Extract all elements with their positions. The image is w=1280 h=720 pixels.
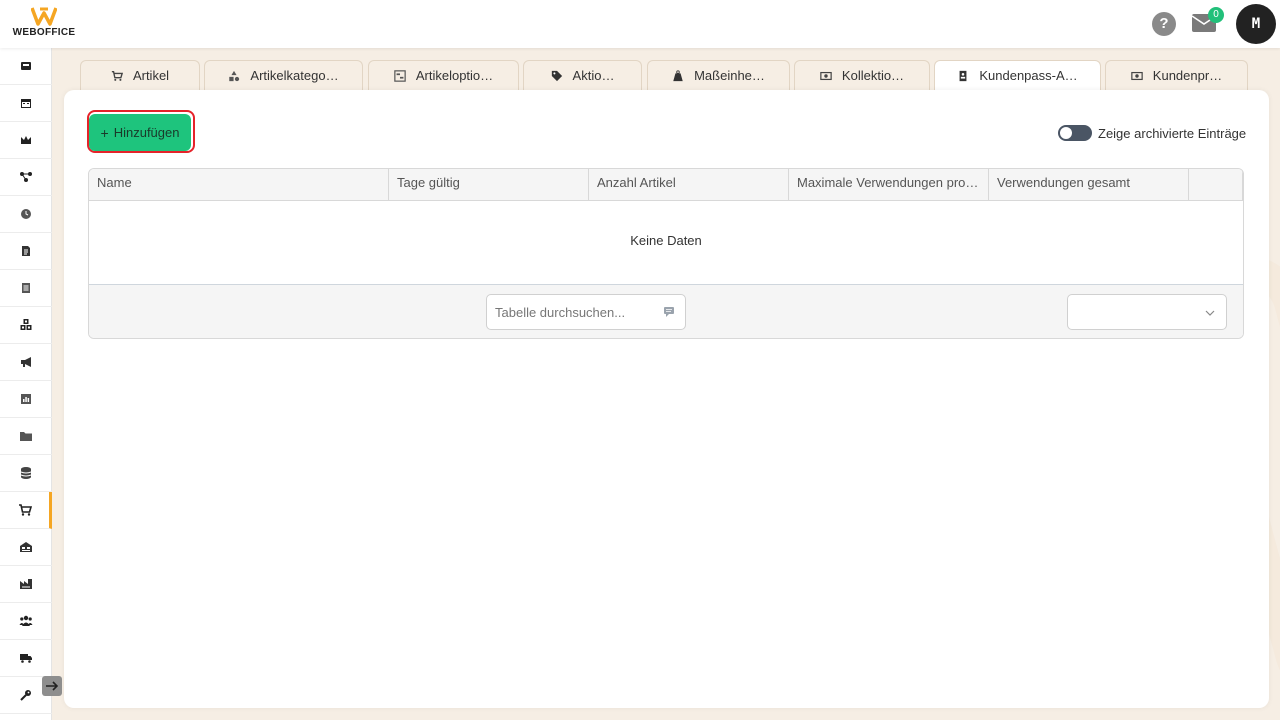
sidebar-item-clock[interactable] — [0, 196, 52, 233]
sidebar-item-delivery[interactable] — [0, 640, 52, 677]
crown-icon — [21, 136, 31, 144]
megaphone-icon — [21, 357, 31, 367]
sidebar-item-list-document[interactable] — [0, 270, 52, 307]
sidebar-item-crown[interactable] — [0, 122, 52, 159]
archived-entries-label: Zeige archivierte Einträge — [1098, 126, 1247, 141]
factory-icon — [20, 579, 32, 589]
tab-label: Aktio… — [572, 68, 615, 83]
tab-artikel[interactable]: Artikel — [80, 60, 200, 90]
shopping-cart-icon — [18, 504, 32, 516]
plus-icon: + — [100, 124, 109, 141]
tab-aktionen[interactable]: Aktio… — [523, 60, 642, 90]
column-header-max-verwendungen[interactable]: Maximale Verwendungen pro… — [789, 169, 989, 201]
sidebar-item-document[interactable] — [0, 233, 52, 270]
table-header: Name Tage gültig Anzahl Artikel Maximale… — [89, 169, 1243, 201]
tab-label: Artikel — [132, 68, 170, 83]
tab-label: Artikeloptio… — [415, 68, 494, 83]
logo-mark-icon — [31, 7, 57, 26]
tab-kollektionen[interactable]: Kollektio… — [794, 60, 930, 90]
money-icon — [1131, 71, 1143, 80]
tab-artikeloptionen[interactable]: Artikeloptio… — [368, 60, 519, 90]
tab-kundenpass-artikel[interactable]: Kundenpass-A… — [934, 60, 1101, 90]
sidebar-item-users[interactable] — [0, 603, 52, 640]
collection-icon — [820, 71, 832, 80]
top-bar: WEBOFFICE ? 0 M — [0, 0, 1280, 48]
help-button[interactable]: ? — [1152, 12, 1176, 36]
page-size-select[interactable] — [1067, 294, 1227, 330]
sidebar-item-boxes[interactable] — [0, 307, 52, 344]
sidebar-item-network[interactable] — [0, 159, 52, 196]
toggle-knob — [1060, 127, 1072, 139]
empty-table-message: Keine Daten — [630, 233, 702, 248]
sidebar-item-folder[interactable] — [0, 418, 52, 455]
tab-label: Maßeinhe… — [694, 68, 765, 83]
sidebar-item-warehouse[interactable] — [0, 529, 52, 566]
sidebar — [0, 48, 52, 720]
chevron-down-icon — [1205, 310, 1215, 316]
arrow-right-icon — [46, 681, 59, 691]
id-card-icon — [959, 70, 967, 81]
table-footer — [89, 284, 1243, 338]
tab-label: Artikelkatego… — [250, 68, 339, 83]
tag-icon — [551, 70, 562, 81]
sidebar-item-calendar[interactable] — [0, 85, 52, 122]
shopping-cart-icon — [111, 70, 123, 81]
tab-masseinheiten[interactable]: Maßeinhe… — [647, 60, 790, 90]
calendar-icon — [21, 99, 31, 108]
key-icon — [20, 690, 31, 701]
report-chart-icon — [21, 394, 31, 404]
tab-label: Kundenpr… — [1152, 68, 1223, 83]
network-icon — [20, 172, 32, 182]
column-header-actions — [1189, 169, 1243, 201]
column-header-tage-gueltig[interactable]: Tage gültig — [389, 169, 589, 201]
sidebar-item-megaphone[interactable] — [0, 344, 52, 381]
warehouse-icon — [20, 542, 32, 552]
sidebar-item-report[interactable] — [0, 381, 52, 418]
column-header-verwendungen-gesamt[interactable]: Verwendungen gesamt — [989, 169, 1189, 201]
pos-register-icon — [21, 62, 31, 70]
sidebar-item-pos[interactable] — [0, 48, 52, 85]
tab-label: Kundenpass-A… — [979, 68, 1078, 83]
delivery-truck-icon — [20, 654, 32, 663]
list-document-icon — [22, 283, 30, 293]
add-button[interactable]: + Hinzufügen — [89, 114, 191, 151]
document-icon — [22, 246, 30, 256]
sidebar-item-database[interactable] — [0, 455, 52, 492]
weboffice-logo[interactable]: WEBOFFICE — [8, 6, 80, 42]
sliders-icon — [394, 69, 406, 82]
sidebar-expand-button[interactable] — [42, 676, 62, 696]
archived-entries-toggle[interactable] — [1058, 125, 1092, 141]
add-button-label: Hinzufügen — [113, 125, 180, 140]
mail-count-badge: 0 — [1208, 7, 1224, 23]
boxes-icon — [20, 319, 32, 330]
folder-icon — [20, 432, 32, 441]
user-avatar[interactable]: M — [1236, 4, 1276, 44]
users-icon — [19, 615, 33, 626]
tab-artikelkategorien[interactable]: Artikelkatego… — [204, 60, 363, 90]
column-header-name[interactable]: Name — [89, 169, 389, 201]
weight-icon — [673, 69, 683, 81]
tab-kundenpreise[interactable]: Kundenpr… — [1105, 60, 1248, 90]
data-table: Name Tage gültig Anzahl Artikel Maximale… — [88, 168, 1244, 339]
database-icon — [20, 467, 32, 479]
logo-text: WEBOFFICE — [12, 27, 76, 38]
comment-icon — [664, 307, 674, 317]
column-header-anzahl-artikel[interactable]: Anzahl Artikel — [589, 169, 789, 201]
clock-icon — [21, 209, 31, 219]
shapes-icon — [229, 70, 240, 81]
sidebar-item-shop[interactable] — [0, 492, 52, 529]
table-search-input[interactable] — [495, 303, 655, 321]
sidebar-item-factory[interactable] — [0, 566, 52, 603]
table-search-box[interactable] — [486, 294, 686, 330]
tab-label: Kollektio… — [841, 68, 905, 83]
